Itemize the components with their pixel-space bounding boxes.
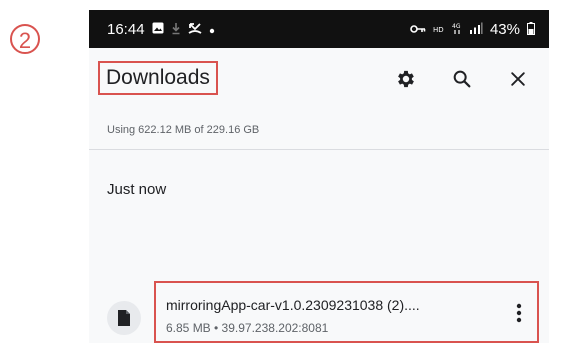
image-icon bbox=[152, 22, 164, 36]
gear-icon bbox=[398, 70, 414, 88]
more-vert-icon bbox=[516, 303, 522, 323]
close-button[interactable] bbox=[505, 66, 531, 92]
missed-call-icon bbox=[188, 22, 202, 37]
phone-screen: 16:44 HD 4G 43% Downloads Using 622.12 M… bbox=[89, 10, 549, 343]
battery-icon bbox=[527, 21, 535, 37]
search-icon bbox=[453, 70, 471, 88]
file-icon bbox=[107, 301, 141, 335]
svg-text:HD: HD bbox=[433, 26, 444, 34]
status-time: 16:44 bbox=[107, 20, 145, 38]
file-name[interactable]: mirroringApp-car-v1.0.2309231038 (2).... bbox=[166, 297, 496, 313]
svg-text:4G: 4G bbox=[452, 23, 461, 30]
download-icon bbox=[171, 22, 181, 37]
settings-button[interactable] bbox=[393, 66, 419, 92]
divider bbox=[89, 149, 549, 150]
more-options-button[interactable] bbox=[509, 298, 529, 328]
file-meta: 6.85 MB • 39.97.238.202:8081 bbox=[166, 321, 329, 335]
section-header: Just now bbox=[107, 181, 167, 198]
app-bar: Downloads bbox=[89, 48, 549, 112]
status-bar: 16:44 HD 4G 43% bbox=[89, 10, 549, 48]
page-title: Downloads bbox=[106, 66, 210, 89]
step-number-badge: 2 bbox=[10, 24, 40, 54]
close-icon bbox=[511, 72, 525, 86]
battery-percent: 43% bbox=[489, 20, 520, 38]
storage-usage: Using 622.12 MB of 229.16 GB bbox=[107, 124, 260, 136]
title-highlight: Downloads bbox=[98, 61, 218, 95]
download-list-item[interactable]: mirroringApp-car-v1.0.2309231038 (2)....… bbox=[89, 278, 549, 343]
dot-icon bbox=[209, 23, 215, 36]
key-icon bbox=[410, 23, 426, 36]
hd-icon: HD bbox=[433, 23, 445, 36]
search-button[interactable] bbox=[449, 66, 475, 92]
data-4g-icon: 4G bbox=[452, 22, 462, 37]
signal-icon bbox=[469, 22, 483, 36]
file-highlight: mirroringApp-car-v1.0.2309231038 (2)....… bbox=[154, 281, 539, 343]
